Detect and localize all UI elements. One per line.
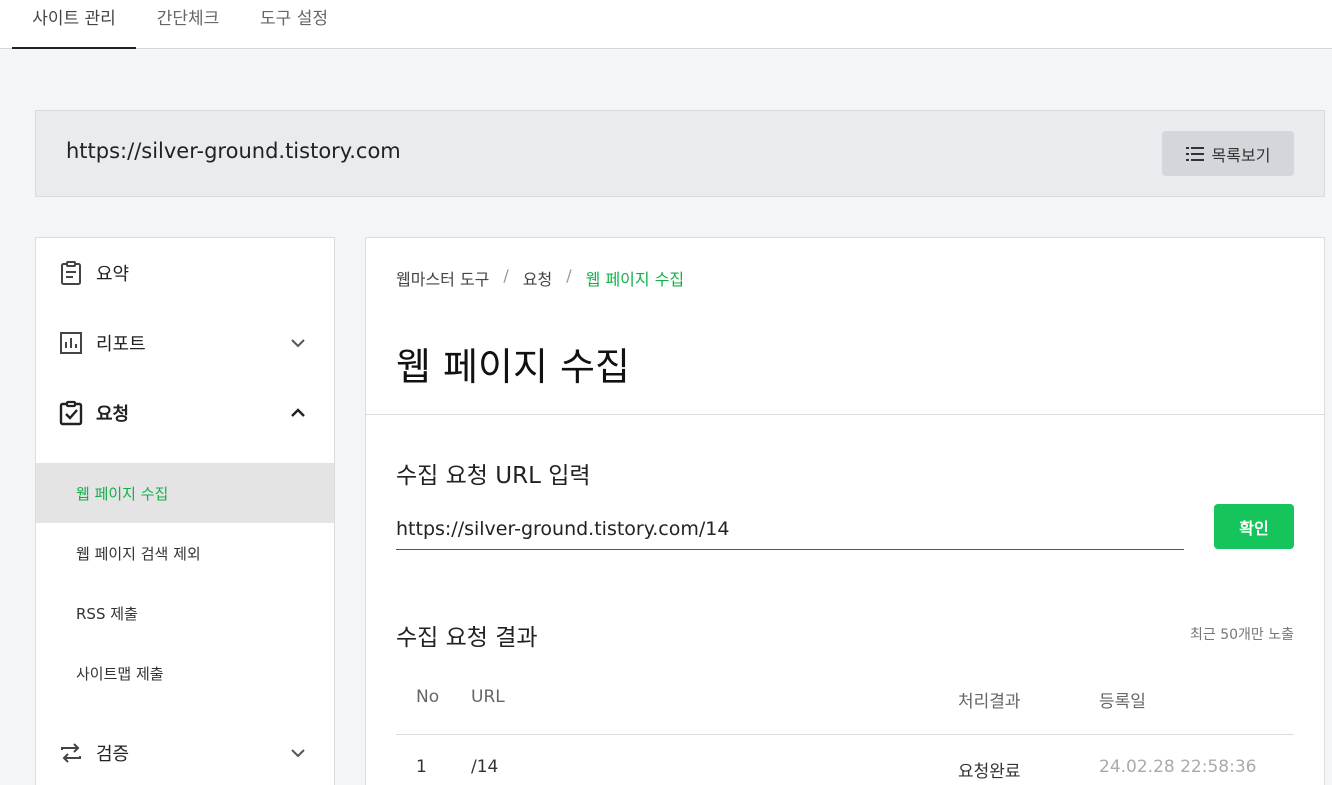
- table-cell-url: /14: [471, 757, 499, 777]
- sidebar-item-label: 검증: [96, 744, 130, 765]
- url-input[interactable]: [396, 508, 1184, 550]
- table-cell-no: 1: [416, 757, 427, 777]
- breadcrumb-current: 웹 페이지 수집: [585, 270, 685, 289]
- breadcrumb-separator: /: [566, 266, 572, 285]
- chevron-up-icon: [291, 408, 305, 417]
- recent-note: 최근 50개만 노출: [1190, 627, 1294, 643]
- tab-site-management[interactable]: 사이트 관리: [12, 0, 136, 49]
- sidebar: 요약 리포트 요청 웹 페이지 수집 웹 페이지 검색 제외 RSS 제출 사이…: [35, 237, 335, 785]
- sidebar-item-label: 요청: [96, 404, 130, 425]
- table-cell-status: 요청완료: [958, 762, 1021, 782]
- input-section-title: 수집 요청 URL 입력: [396, 463, 591, 489]
- clipboard-icon: [61, 261, 81, 285]
- sidebar-item-summary[interactable]: 요약: [36, 238, 334, 308]
- table-cell-date: 24.02.28 22:58:36: [1099, 757, 1257, 777]
- column-header-date: 등록일: [1099, 692, 1146, 712]
- column-header-status: 처리결과: [958, 692, 1021, 712]
- clipboard-check-icon: [59, 400, 83, 426]
- sidebar-subitem-search-exclude[interactable]: 웹 페이지 검색 제외: [36, 523, 334, 583]
- table-header-divider: [396, 734, 1294, 735]
- top-nav: 사이트 관리 간단체크 도구 설정: [0, 0, 1332, 49]
- chevron-down-icon: [291, 339, 305, 348]
- breadcrumb-item[interactable]: 요청: [523, 266, 552, 290]
- tab-quick-check[interactable]: 간단체크: [146, 0, 230, 49]
- site-bar: https://silver-ground.tistory.com 목록보기: [35, 110, 1325, 197]
- sidebar-subitem-rss-submit[interactable]: RSS 제출: [36, 583, 334, 643]
- column-header-no: No: [416, 687, 440, 707]
- result-section-title: 수집 요청 결과: [396, 625, 538, 651]
- breadcrumb: 웹마스터 도구 / 요청 / 웹 페이지 수집: [396, 266, 684, 290]
- repeat-arrows-icon: [61, 743, 81, 763]
- sidebar-item-request[interactable]: 요청: [36, 378, 334, 448]
- sidebar-subitem-sitemap-submit[interactable]: 사이트맵 제출: [36, 643, 334, 703]
- sidebar-item-label: 리포트: [96, 334, 146, 355]
- chevron-down-icon: [291, 749, 305, 758]
- confirm-button[interactable]: 확인: [1214, 504, 1294, 549]
- sidebar-item-report[interactable]: 리포트: [36, 308, 334, 378]
- list-view-label: 목록보기: [1211, 145, 1271, 165]
- sidebar-subitem-web-page-collect[interactable]: 웹 페이지 수집: [36, 463, 334, 523]
- tab-tool-settings[interactable]: 도구 설정: [248, 0, 340, 49]
- breadcrumb-separator: /: [503, 266, 509, 285]
- column-header-url: URL: [471, 687, 505, 707]
- main-panel: 웹마스터 도구 / 요청 / 웹 페이지 수집 웹 페이지 수집 수집 요청 U…: [365, 237, 1325, 785]
- bar-chart-icon: [60, 332, 82, 354]
- sidebar-item-label: 요약: [96, 264, 130, 285]
- list-icon: [1185, 146, 1204, 161]
- page-title: 웹 페이지 수집: [396, 345, 630, 389]
- breadcrumb-item[interactable]: 웹마스터 도구: [396, 266, 489, 290]
- list-view-button[interactable]: 목록보기: [1162, 131, 1294, 176]
- sidebar-item-verify[interactable]: 검증: [36, 718, 334, 785]
- divider: [366, 414, 1324, 415]
- site-url: https://silver-ground.tistory.com: [66, 139, 401, 163]
